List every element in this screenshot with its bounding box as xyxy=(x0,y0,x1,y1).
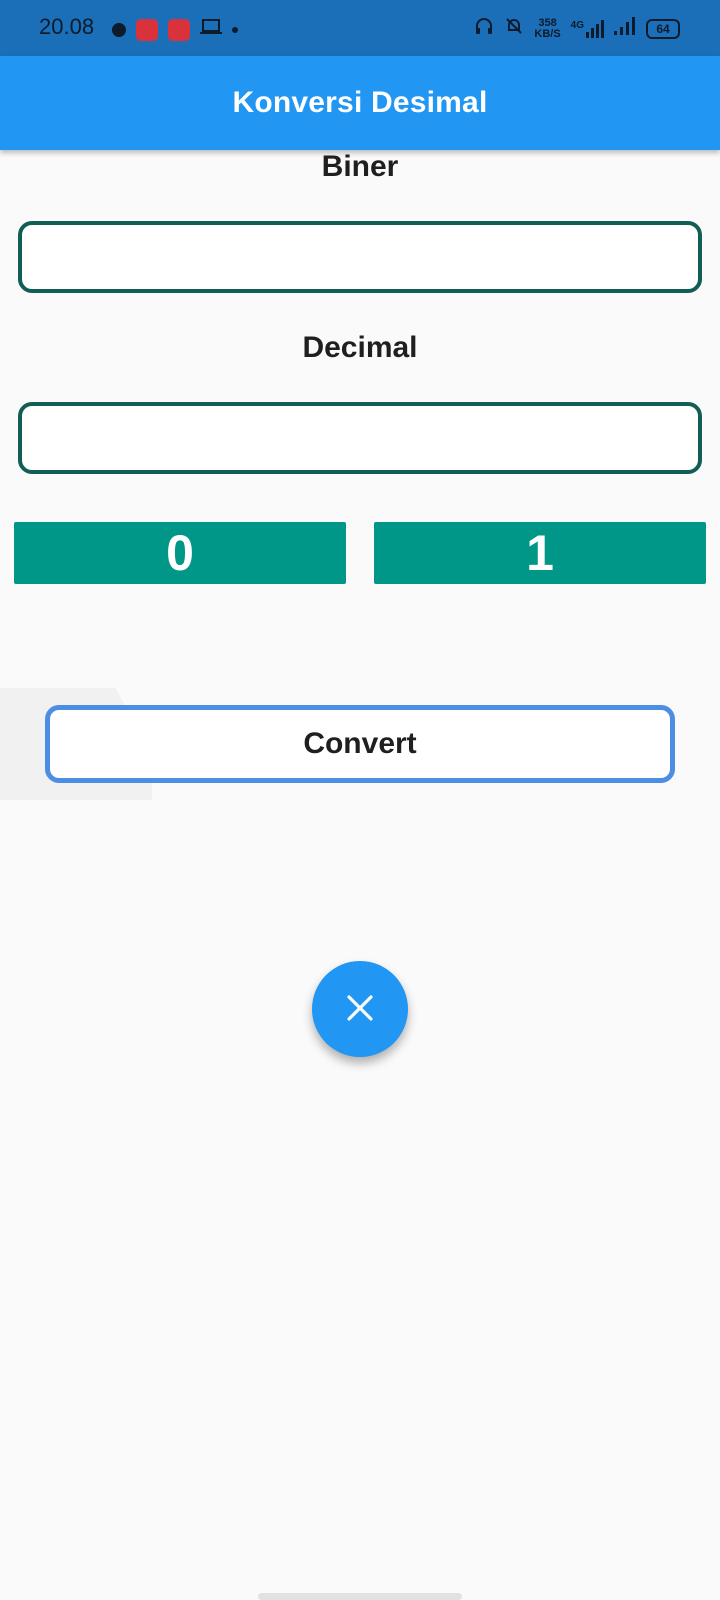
close-icon xyxy=(345,993,375,1026)
binary-input[interactable] xyxy=(22,225,698,289)
app-bar: Konversi Desimal xyxy=(0,56,720,150)
decimal-input[interactable] xyxy=(22,406,698,470)
record-icon xyxy=(112,22,126,37)
battery-icon: 64 xyxy=(646,18,680,39)
laptop-icon xyxy=(200,18,222,41)
digit-one-button[interactable]: 1 xyxy=(374,522,706,584)
network-speed-unit: KB/S xyxy=(534,27,561,40)
status-notification-icons xyxy=(112,18,238,41)
home-indicator[interactable] xyxy=(258,1593,462,1600)
status-bar: 20.08 358 KB/S 4G 64 xyxy=(0,0,720,56)
dot-icon xyxy=(232,26,238,33)
binary-label: Biner xyxy=(321,150,399,183)
decimal-field[interactable] xyxy=(18,402,702,474)
digit-zero-button[interactable]: 0 xyxy=(14,522,346,584)
signal-icon: 4G xyxy=(570,19,604,38)
app-title: Konversi Desimal xyxy=(232,86,488,119)
network-type: 4G xyxy=(570,19,584,31)
status-system-icons: 358 KB/S 4G 64 xyxy=(474,16,680,41)
status-time: 20.08 xyxy=(39,14,95,39)
app-notification-icon xyxy=(136,18,158,41)
headphones-icon xyxy=(474,16,494,41)
clear-fab-button[interactable] xyxy=(312,961,408,1057)
network-speed: 358 KB/S xyxy=(534,17,561,40)
signal-icon xyxy=(614,17,636,40)
binary-field[interactable] xyxy=(18,221,702,293)
bell-off-icon xyxy=(504,16,524,41)
app-notification-icon xyxy=(168,18,190,41)
convert-button[interactable]: Convert xyxy=(45,705,675,783)
decimal-label: Decimal xyxy=(302,331,418,364)
